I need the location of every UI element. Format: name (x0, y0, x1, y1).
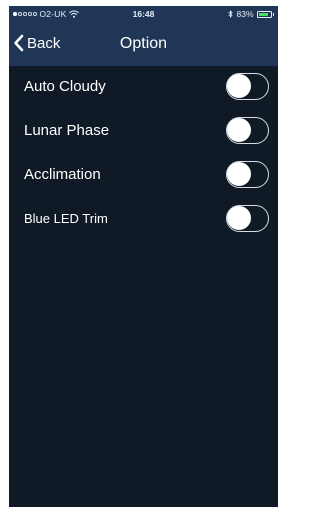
setting-label: Blue LED Trim (24, 211, 108, 226)
bluetooth-icon (228, 10, 234, 18)
toggle-knob (227, 74, 251, 98)
battery-fill (258, 12, 268, 16)
setting-row-auto-cloudy: Auto Cloudy (9, 66, 278, 110)
toggle-knob (227, 206, 251, 230)
lunar-phase-toggle[interactable] (226, 117, 269, 144)
auto-cloudy-toggle[interactable] (226, 73, 269, 100)
battery-cap (272, 12, 274, 16)
navigation-bar: Back Option (9, 22, 278, 66)
setting-label: Auto Cloudy (24, 78, 106, 95)
setting-label: Acclimation (24, 166, 101, 183)
battery-icon (256, 10, 272, 18)
acclimation-toggle[interactable] (226, 161, 269, 188)
phone-screen: O2-UK 16:48 83% Back Option Auto Cloudy … (9, 6, 278, 507)
setting-label: Lunar Phase (24, 122, 110, 139)
battery-percent: 83% (236, 9, 254, 19)
setting-row-acclimation: Acclimation (9, 154, 278, 198)
toggle-knob (227, 118, 251, 142)
page-title: Option (119, 35, 168, 52)
status-right: 83% (228, 9, 274, 19)
setting-row-lunar-phase: Lunar Phase (9, 110, 278, 154)
toggle-knob (227, 162, 251, 186)
blue-led-trim-toggle[interactable] (226, 205, 269, 232)
settings-list: Auto Cloudy Lunar Phase Acclimation Blue… (9, 66, 278, 242)
status-bar: O2-UK 16:48 83% (9, 6, 278, 22)
setting-row-blue-led-trim: Blue LED Trim (9, 198, 278, 242)
